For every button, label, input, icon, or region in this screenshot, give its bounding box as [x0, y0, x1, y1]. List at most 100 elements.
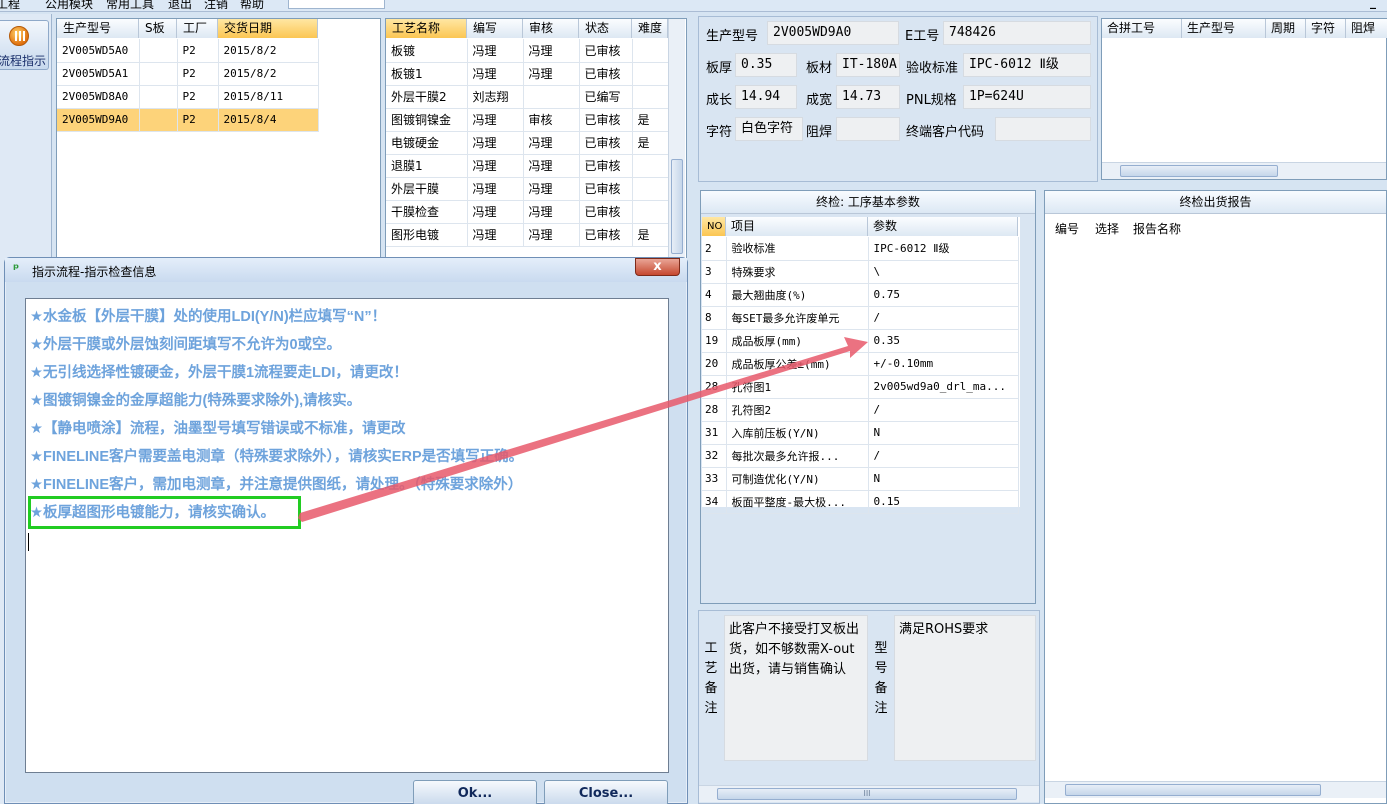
table-row[interactable]: 2 验收标准 IPC-6012 Ⅱ级: [702, 237, 1019, 261]
table-row[interactable]: 8 每SET最多允许废单元 /: [702, 306, 1019, 330]
process-col-name[interactable]: 工艺名称: [386, 19, 467, 38]
table-row[interactable]: 32 每批次最多允许报... /: [702, 444, 1019, 468]
table-row[interactable]: 2V005WD8A0 P2 2015/8/11: [57, 85, 319, 109]
merge-col-period[interactable]: 周期: [1266, 19, 1306, 38]
cell-difficulty: [632, 200, 669, 224]
report-col-id[interactable]: 编号: [1055, 220, 1079, 237]
report-hscrollbar[interactable]: [1045, 781, 1386, 798]
flow-instructions-button[interactable]: 流程指示: [0, 20, 49, 70]
close-icon[interactable]: x: [635, 258, 680, 276]
final-col-param[interactable]: 参数: [868, 217, 1018, 236]
field-e-no[interactable]: 748426: [943, 21, 1091, 45]
cell-reviewer: 冯理: [523, 62, 580, 86]
report-col-select[interactable]: 选择: [1095, 220, 1119, 237]
menu-item-exit[interactable]: 退出: [168, 0, 192, 11]
table-row[interactable]: 19 成品板厚(mm) 0.35: [702, 329, 1019, 353]
table-row[interactable]: 干膜检查 冯理 冯理 已审核: [386, 200, 669, 224]
table-row[interactable]: 退膜1 冯理 冯理 已审核: [386, 154, 669, 178]
cell-status: 已审核: [579, 200, 633, 224]
field-material[interactable]: IT-180A: [836, 53, 900, 77]
cell-no: 33: [702, 467, 727, 491]
orders-col-delivery-date[interactable]: 交货日期: [218, 19, 318, 38]
table-row[interactable]: 板镀 冯理 冯理 已审核: [386, 39, 669, 63]
field-customer[interactable]: [995, 117, 1091, 141]
field-thickness[interactable]: 0.35: [735, 53, 797, 77]
field-char[interactable]: 白色字符: [735, 117, 803, 141]
final-col-item[interactable]: 项目: [726, 217, 868, 236]
table-row[interactable]: 图形电镀 冯理 冯理 已审核是: [386, 223, 669, 247]
scroll-thumb[interactable]: III: [717, 788, 1017, 800]
label-thickness: 板厚: [706, 61, 733, 76]
final-col-no[interactable]: NO: [702, 217, 726, 236]
merge-col-solder[interactable]: 阻焊: [1346, 19, 1387, 38]
scroll-thumb[interactable]: [1120, 165, 1278, 177]
table-row[interactable]: 20 成品板厚公差±(mm) +/-0.10mm: [702, 352, 1019, 376]
menu-item-help[interactable]: 帮助: [240, 0, 264, 11]
final-params-panel: 终检: 工序基本参数 NO 项目 参数 2 验收标准 IPC-6012 Ⅱ级 3 特殊要…: [700, 190, 1036, 604]
table-row[interactable]: 板镀1 冯理 冯理 已审核: [386, 62, 669, 86]
table-row[interactable]: 31 入库前压板(Y/N) N: [702, 421, 1019, 445]
remarks-hscrollbar[interactable]: III: [699, 785, 1039, 802]
process-col-status[interactable]: 状态: [579, 19, 632, 38]
menu-item-common-modules[interactable]: 公用模块: [45, 0, 93, 11]
table-row[interactable]: 2V005WD5A1 P2 2015/8/2: [57, 62, 319, 86]
merge-col-model[interactable]: 生产型号: [1182, 19, 1266, 38]
cell-writer: 冯理: [467, 108, 524, 132]
orders-col-model[interactable]: 生产型号: [57, 19, 139, 38]
scroll-thumb[interactable]: [671, 159, 683, 254]
cell-difficulty: [632, 154, 669, 178]
menu-item-project[interactable]: 工程: [0, 0, 20, 11]
cell-param: 0.15: [868, 490, 1019, 514]
field-length[interactable]: 14.94: [735, 85, 797, 109]
ok-button[interactable]: Ok...: [413, 780, 537, 804]
cell-item: 板面平整度-最大极...: [726, 490, 869, 514]
table-row[interactable]: 28 孔符图2/: [702, 398, 1019, 422]
close-button[interactable]: Close...: [544, 780, 668, 804]
table-row[interactable]: 图镀铜镍金 冯理 审核 已审核是: [386, 108, 669, 132]
field-pnl[interactable]: 1P=624U: [963, 85, 1091, 109]
report-col-name[interactable]: 报告名称: [1133, 220, 1181, 237]
field-width[interactable]: 14.73: [836, 85, 900, 109]
field-solder[interactable]: [836, 117, 900, 141]
process-remark-text[interactable]: 此客户不接受打叉板出货，如不够数需X-out出货，请与销售确认: [724, 615, 868, 761]
cell-reviewer: 冯理: [523, 131, 580, 155]
message-area[interactable]: ★水金板【外层干膜】处的使用LDI(Y/N)栏应填写“N”！ ★外层干膜或外层蚀…: [25, 298, 669, 773]
orders-col-s[interactable]: S板: [139, 19, 177, 38]
cell-writer: 冯理: [467, 62, 524, 86]
field-standard[interactable]: IPC-6012 Ⅱ级: [963, 53, 1091, 77]
process-col-writer[interactable]: 编写: [467, 19, 523, 38]
scroll-thumb[interactable]: [1065, 784, 1321, 796]
table-row[interactable]: 外层干膜 冯理 冯理 已审核: [386, 177, 669, 201]
table-row[interactable]: 4 最大翘曲度(%) 0.75: [702, 283, 1019, 307]
merge-col-char[interactable]: 字符: [1306, 19, 1346, 38]
table-row[interactable]: 28 孔符图1 2v005wd9a0_drl_ma...: [702, 375, 1019, 399]
merge-grid: 合拼工号 生产型号 周期 字符 阻焊: [1101, 18, 1387, 180]
table-row[interactable]: 3 特殊要求 \: [702, 260, 1019, 284]
merge-col-job[interactable]: 合拼工号: [1102, 19, 1182, 38]
table-row[interactable]: 电镀硬金 冯理 冯理 已审核是: [386, 131, 669, 155]
table-row[interactable]: 33 可制造优化(Y/N) N: [702, 467, 1019, 491]
label-solder: 阻焊: [806, 125, 833, 140]
cell-item: 孔符图1: [726, 375, 869, 399]
process-col-reviewer[interactable]: 审核: [523, 19, 579, 38]
orders-col-factory[interactable]: 工厂: [177, 19, 218, 38]
process-scrollbar[interactable]: [668, 19, 685, 259]
label-product-model: 生产型号: [706, 29, 759, 44]
model-remark-text[interactable]: 满足ROHS要求: [894, 615, 1036, 761]
report-panel: 终检出货报告 编号 选择 报告名称: [1044, 190, 1387, 804]
table-row-selected[interactable]: 2V005WD9A0 P2 2015/8/4: [57, 107, 319, 132]
menu-combo[interactable]: [288, 0, 385, 9]
table-row[interactable]: 2V005WD5A0 P2 2015/8/2: [57, 39, 319, 63]
minimize-button[interactable]: _: [1370, 0, 1376, 9]
merge-hscrollbar[interactable]: [1102, 162, 1386, 179]
label-standard: 验收标准: [906, 61, 959, 76]
menu-item-tools[interactable]: 常用工具: [106, 0, 154, 11]
menu-item-logout[interactable]: 注销: [204, 0, 228, 11]
cell-date: 2015/8/4: [218, 107, 319, 132]
process-col-difficulty[interactable]: 难度: [632, 19, 668, 38]
cell-no: 32: [702, 444, 727, 468]
cell-item: 成品板厚公差±(mm): [726, 352, 869, 376]
table-row[interactable]: 外层干膜2 刘志翔 已编写: [386, 85, 669, 109]
field-product-model[interactable]: 2V005WD9A0: [767, 21, 899, 45]
table-row[interactable]: 34 板面平整度-最大极... 0.15: [702, 490, 1019, 514]
